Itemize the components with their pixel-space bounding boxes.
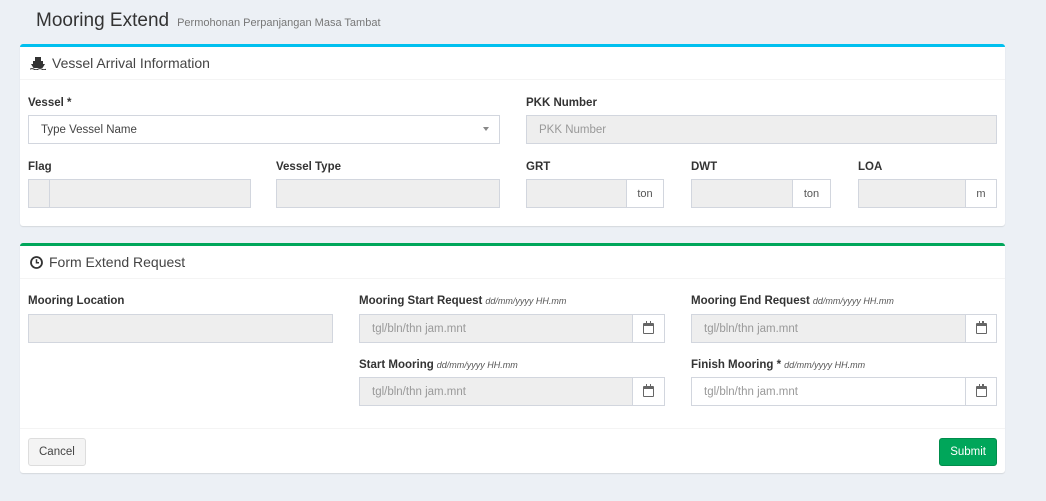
grt-label: GRT xyxy=(526,161,551,173)
clock-icon xyxy=(30,255,43,269)
extend-panel-header: Form Extend Request xyxy=(20,246,1005,279)
pkk-number-label: PKK Number xyxy=(526,97,597,109)
extend-panel-title: Form Extend Request xyxy=(49,254,186,270)
pkk-number-input[interactable]: PKK Number xyxy=(526,115,997,144)
vessel-panel-header: Vessel Arrival Information xyxy=(20,47,1005,80)
submit-button[interactable]: Submit xyxy=(939,438,997,466)
extend-request-panel: Form Extend Request Mooring Location Moo… xyxy=(20,243,1005,473)
finish-mooring-text: Finish Mooring * xyxy=(691,359,782,371)
dwt-input[interactable] xyxy=(691,179,793,208)
vessel-type-label: Vessel Type xyxy=(276,161,341,173)
vessel-select[interactable]: Type Vessel Name xyxy=(28,115,500,144)
calendar-icon xyxy=(643,321,654,334)
loa-input[interactable] xyxy=(858,179,966,208)
date-placeholder: tgl/bln/thn jam.mnt xyxy=(372,322,466,335)
finish-mooring-label: Finish Mooring * dd/mm/yyyy HH.mm xyxy=(691,359,865,371)
flag-icon-addon xyxy=(28,179,50,208)
dwt-unit: ton xyxy=(792,179,831,208)
calendar-button[interactable] xyxy=(632,314,665,343)
vessel-type-input[interactable] xyxy=(276,179,500,208)
loa-label: LOA xyxy=(858,161,883,173)
calendar-button[interactable] xyxy=(965,377,997,406)
page-subtitle: Permohonan Perpanjangan Masa Tambat xyxy=(177,17,381,29)
date-placeholder: tgl/bln/thn jam.mnt xyxy=(704,385,798,398)
grt-unit: ton xyxy=(626,179,664,208)
flag-input[interactable] xyxy=(49,179,251,208)
date-format-hint: dd/mm/yyyy HH.mm xyxy=(812,296,894,306)
mooring-end-request-label: Mooring End Request dd/mm/yyyy HH.mm xyxy=(691,295,894,307)
ship-icon xyxy=(30,57,46,70)
vessel-select-value: Type Vessel Name xyxy=(41,123,137,136)
calendar-icon xyxy=(643,384,654,397)
mooring-end-request-text: Mooring End Request xyxy=(691,295,810,307)
vessel-label: Vessel * xyxy=(28,97,72,109)
vessel-panel-title: Vessel Arrival Information xyxy=(52,55,210,71)
page-title: Mooring Extend xyxy=(36,10,170,31)
mooring-start-request-label: Mooring Start Request dd/mm/yyyy HH.mm xyxy=(359,295,566,307)
finish-mooring-input[interactable]: tgl/bln/thn jam.mnt xyxy=(691,377,966,406)
grt-input[interactable] xyxy=(526,179,627,208)
form-footer: Cancel Submit xyxy=(20,428,1005,473)
mooring-location-input[interactable] xyxy=(28,314,333,343)
mooring-start-request-text: Mooring Start Request xyxy=(359,295,483,307)
date-format-hint: dd/mm/yyyy HH.mm xyxy=(784,360,866,370)
mooring-end-request-input[interactable]: tgl/bln/thn jam.mnt xyxy=(691,314,966,343)
vessel-arrival-panel: Vessel Arrival Information Vessel * Type… xyxy=(20,44,1005,226)
page-header: Mooring Extend Permohonan Perpanjangan M… xyxy=(36,10,381,32)
date-placeholder: tgl/bln/thn jam.mnt xyxy=(372,385,466,398)
start-mooring-label: Start Mooring dd/mm/yyyy HH.mm xyxy=(359,359,518,371)
mooring-location-label: Mooring Location xyxy=(28,295,125,307)
date-placeholder: tgl/bln/thn jam.mnt xyxy=(704,322,798,335)
calendar-icon xyxy=(975,384,987,397)
calendar-button[interactable] xyxy=(965,314,997,343)
cancel-button[interactable]: Cancel xyxy=(28,438,86,466)
chevron-down-icon xyxy=(483,127,489,131)
date-format-hint: dd/mm/yyyy HH.mm xyxy=(485,296,567,306)
start-mooring-text: Start Mooring xyxy=(359,359,434,371)
calendar-button[interactable] xyxy=(632,377,665,406)
loa-unit: m xyxy=(965,179,997,208)
calendar-icon xyxy=(975,321,987,334)
pkk-number-placeholder: PKK Number xyxy=(539,123,607,136)
flag-label: Flag xyxy=(28,161,52,173)
start-mooring-input[interactable]: tgl/bln/thn jam.mnt xyxy=(359,377,633,406)
date-format-hint: dd/mm/yyyy HH.mm xyxy=(436,360,518,370)
mooring-start-request-input[interactable]: tgl/bln/thn jam.mnt xyxy=(359,314,633,343)
dwt-label: DWT xyxy=(691,161,718,173)
